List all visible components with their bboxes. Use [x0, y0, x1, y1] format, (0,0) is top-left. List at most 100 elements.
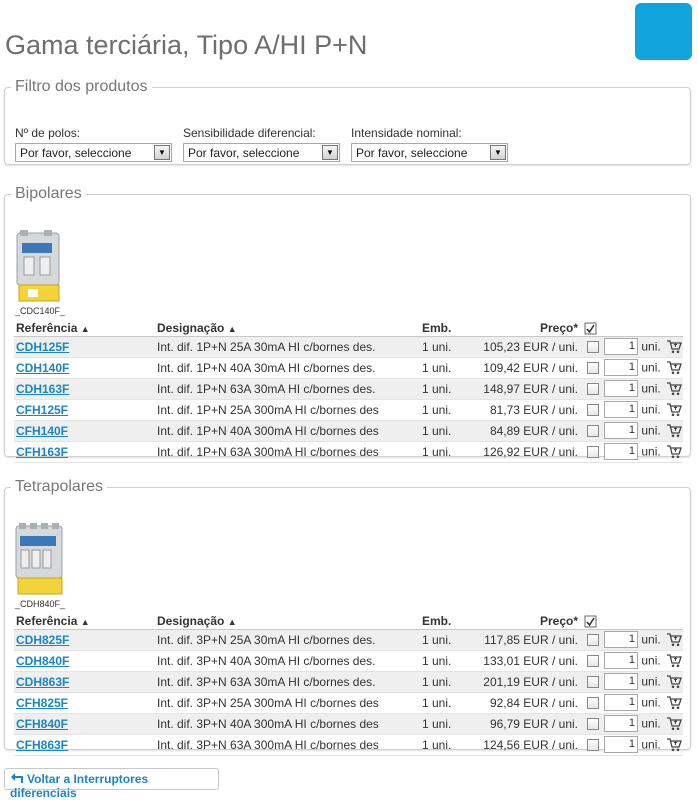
select-all-icon[interactable]	[584, 615, 597, 628]
quantity-unit: uni.	[641, 653, 661, 668]
select-all-header[interactable]	[582, 614, 602, 630]
product-designation: Int. dif. 1P+N 40A 30mA HI c/bornes des.	[155, 357, 420, 379]
product-designation: Int. dif. 3P+N 63A 300mA HI c/bornes des	[155, 734, 420, 756]
product-reference-link[interactable]: CFH140F	[16, 424, 68, 438]
product-packaging: 1 uni.	[420, 734, 462, 756]
product-image-caption: _CDC140F_	[15, 306, 66, 316]
chevron-down-icon[interactable]: ▼	[154, 145, 170, 160]
quantity-input[interactable]: 1	[604, 338, 638, 355]
product-select-checkbox[interactable]	[587, 676, 599, 689]
quantity-input[interactable]: 1	[604, 422, 638, 439]
current-select[interactable]: Por favor, seleccione ▼	[351, 143, 508, 162]
sort-asc-icon[interactable]: ▲	[228, 324, 237, 334]
add-to-cart-icon[interactable]	[666, 444, 682, 459]
bipolar-product-image[interactable]	[14, 229, 64, 305]
product-reference-link[interactable]: CDH825F	[16, 633, 69, 647]
sort-by-reference[interactable]: Referência ▲	[14, 321, 155, 337]
quantity-input[interactable]: 1	[604, 694, 638, 711]
add-to-cart-icon[interactable]	[666, 339, 682, 354]
product-reference-link[interactable]: CDH863F	[16, 675, 69, 689]
sort-asc-icon[interactable]: ▲	[81, 617, 90, 627]
add-to-cart-icon[interactable]	[666, 674, 682, 689]
back-to-differential-switches-button[interactable]: Voltar a Interruptores diferenciais	[4, 768, 219, 800]
table-row: CFH825F Int. dif. 3P+N 25A 300mA HI c/bor…	[14, 692, 683, 714]
product-reference-link[interactable]: CFH825F	[16, 696, 68, 710]
bipolar-section: Bipolares _CDC140F_ Referência ▲ Designa…	[4, 185, 691, 463]
quantity-unit: uni.	[641, 360, 661, 375]
section-legend: Tetrapolares	[15, 478, 104, 495]
back-button-label: Voltar a Interruptores diferenciais	[10, 772, 149, 800]
chevron-down-icon[interactable]: ▼	[322, 145, 338, 160]
product-reference-link[interactable]: CFH863F	[16, 738, 68, 752]
add-to-cart-icon[interactable]	[666, 381, 682, 396]
product-select-checkbox[interactable]	[587, 404, 599, 417]
column-price: Preço*	[462, 321, 582, 337]
product-select-checkbox[interactable]	[587, 341, 599, 354]
sort-by-designation[interactable]: Designação ▲	[155, 614, 420, 630]
table-row: CDH840F Int. dif. 3P+N 40A 30mA HI c/born…	[14, 650, 683, 672]
product-reference-link[interactable]: CDH840F	[16, 654, 69, 668]
chevron-down-icon[interactable]: ▼	[490, 145, 506, 160]
product-packaging: 1 uni.	[420, 713, 462, 735]
add-to-cart-icon[interactable]	[666, 360, 682, 375]
product-reference-link[interactable]: CFH125F	[16, 403, 68, 417]
quantity-input[interactable]: 1	[604, 380, 638, 397]
product-select-checkbox[interactable]	[587, 634, 599, 647]
product-designation: Int. dif. 1P+N 63A 300mA HI c/bornes des	[155, 441, 420, 463]
add-to-cart-icon[interactable]	[666, 402, 682, 417]
product-select-checkbox[interactable]	[587, 383, 599, 396]
add-to-cart-icon[interactable]	[666, 423, 682, 438]
table-row: CFH163F Int. dif. 1P+N 63A 300mA HI c/bor…	[14, 441, 683, 463]
sort-by-designation[interactable]: Designação ▲	[155, 321, 420, 337]
product-select-checkbox[interactable]	[587, 697, 599, 710]
quantity-input[interactable]: 1	[604, 673, 638, 690]
add-to-cart-icon[interactable]	[666, 737, 682, 752]
table-row: CDH140F Int. dif. 1P+N 40A 30mA HI c/born…	[14, 357, 683, 379]
product-select-checkbox[interactable]	[587, 362, 599, 375]
product-price: 124,56 EUR / uni.	[462, 734, 582, 756]
table-row: CDH863F Int. dif. 3P+N 63A 30mA HI c/born…	[14, 671, 683, 693]
sort-asc-icon[interactable]: ▲	[228, 617, 237, 627]
filter-current-label: Intensidade nominal:	[351, 126, 462, 140]
quantity-unit: uni.	[641, 402, 661, 417]
select-all-header[interactable]	[582, 321, 602, 337]
product-price: 84,89 EUR / uni.	[462, 420, 582, 442]
add-to-cart-icon[interactable]	[666, 653, 682, 668]
quantity-input[interactable]: 1	[604, 715, 638, 732]
quantity-input[interactable]: 1	[604, 631, 638, 648]
quantity-input[interactable]: 1	[604, 652, 638, 669]
select-all-icon[interactable]	[584, 322, 597, 335]
quantity-unit: uni.	[641, 381, 661, 396]
product-designation: Int. dif. 3P+N 40A 30mA HI c/bornes des.	[155, 650, 420, 672]
product-select-checkbox[interactable]	[587, 739, 599, 752]
add-to-cart-icon[interactable]	[666, 716, 682, 731]
tetrapolar-product-image[interactable]	[14, 522, 64, 598]
sort-by-reference[interactable]: Referência ▲	[14, 614, 155, 630]
product-reference-link[interactable]: CDH125F	[16, 340, 69, 354]
product-reference-link[interactable]: CDH163F	[16, 382, 69, 396]
product-price: 126,92 EUR / uni.	[462, 441, 582, 463]
quantity-input[interactable]: 1	[604, 736, 638, 753]
product-select-checkbox[interactable]	[587, 655, 599, 668]
quantity-unit: uni.	[641, 339, 661, 354]
add-to-cart-icon[interactable]	[666, 695, 682, 710]
sensitivity-select[interactable]: Por favor, seleccione ▼	[183, 143, 340, 162]
product-select-checkbox[interactable]	[587, 718, 599, 731]
product-reference-link[interactable]: CFH163F	[16, 445, 68, 459]
product-designation: Int. dif. 1P+N 25A 300mA HI c/bornes des	[155, 399, 420, 421]
quantity-input[interactable]: 1	[604, 443, 638, 460]
brand-logo[interactable]	[635, 3, 692, 60]
quantity-input[interactable]: 1	[604, 359, 638, 376]
product-reference-link[interactable]: CFH840F	[16, 717, 68, 731]
add-to-cart-icon[interactable]	[666, 632, 682, 647]
quantity-input[interactable]: 1	[604, 401, 638, 418]
product-select-checkbox[interactable]	[587, 446, 599, 459]
product-reference-link[interactable]: CDH140F	[16, 361, 69, 375]
table-row: CFH863F Int. dif. 3P+N 63A 300mA HI c/bor…	[14, 734, 683, 756]
product-price: 201,19 EUR / uni.	[462, 671, 582, 693]
poles-select[interactable]: Por favor, seleccione ▼	[15, 143, 172, 162]
products-table: Referência ▲ Designação ▲ Emb. Preço* CD…	[14, 614, 683, 756]
sort-asc-icon[interactable]: ▲	[81, 324, 90, 334]
table-header-row: Referência ▲ Designação ▲ Emb. Preço*	[14, 321, 683, 337]
product-select-checkbox[interactable]	[587, 425, 599, 438]
